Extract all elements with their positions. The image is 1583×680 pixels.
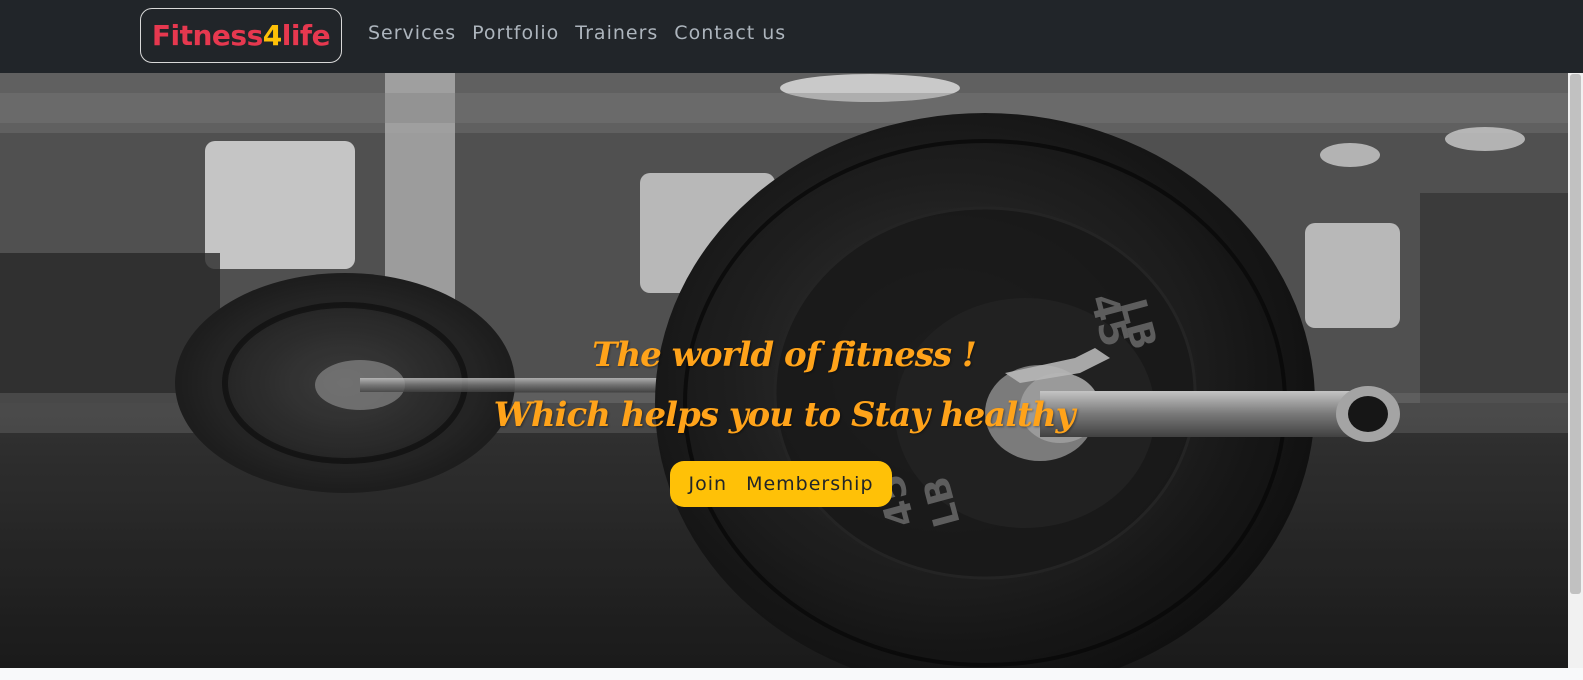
nav-link-portfolio[interactable]: Portfolio <box>472 22 559 44</box>
hero-headline-1: The world of fitness ! <box>592 335 977 375</box>
brand-text-life: life <box>281 19 331 52</box>
nav-link-trainers[interactable]: Trainers <box>575 22 658 44</box>
join-membership-button[interactable]: Join Membership <box>670 461 892 507</box>
hero-section: 45 LB 45 LB The world of fitness ! Which… <box>0 73 1568 668</box>
brand-text-4: 4 <box>262 19 282 52</box>
nav-links: Services Portfolio Trainers Contact us <box>368 22 786 44</box>
scrollbar-thumb[interactable] <box>1570 74 1581 594</box>
brand-logo[interactable]: Fitness 4 life <box>140 8 342 63</box>
nav-link-services[interactable]: Services <box>368 22 456 44</box>
nav-link-contact[interactable]: Contact us <box>674 22 786 44</box>
navbar: Fitness 4 life Services Portfolio Trainers… <box>0 0 1583 73</box>
hero-headline-2: Which helps you to Stay healthy <box>493 395 1076 435</box>
brand-text-fitness: Fitness <box>151 19 263 52</box>
